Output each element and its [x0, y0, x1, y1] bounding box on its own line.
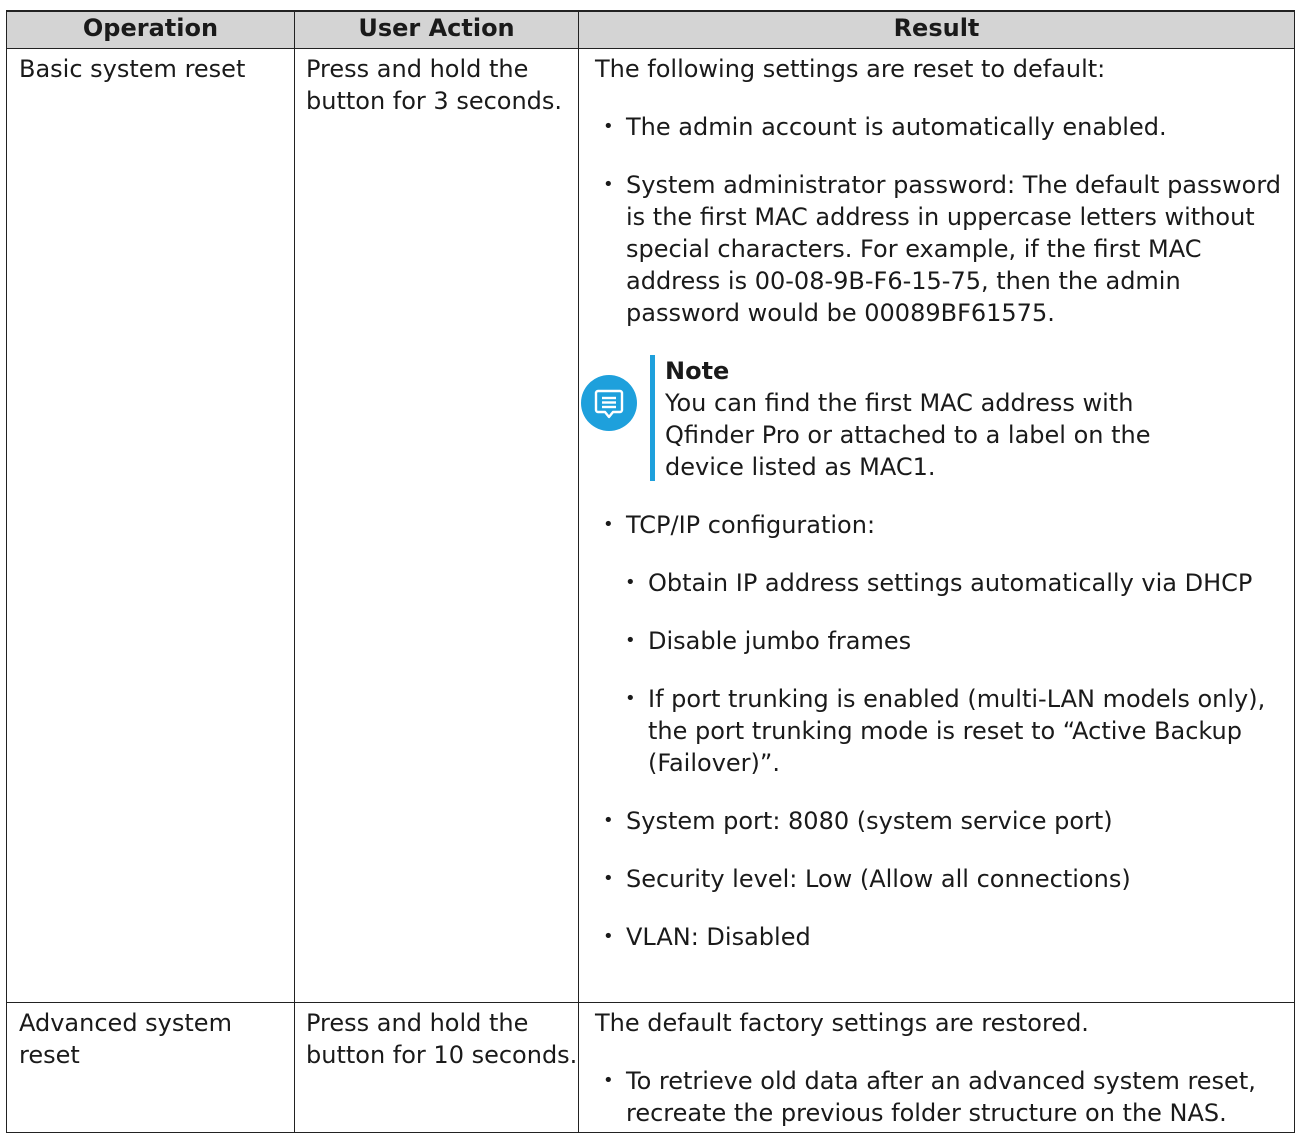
- result-intro: The following settings are reset to defa…: [595, 54, 1106, 83]
- header-result: Result: [578, 10, 1295, 49]
- user-action-text: Press and hold the button for 10 seconds…: [306, 1008, 578, 1069]
- result-bullet-list: The admin account is automatically enabl…: [595, 111, 1288, 329]
- tcpip-sub-list: Obtain IP address settings automatically…: [595, 567, 1288, 779]
- sub-list-item: Disable jumbo frames: [617, 625, 1288, 657]
- list-item: Security level: Low (Allow all connectio…: [595, 863, 1288, 895]
- operation-text: Basic system reset: [19, 54, 246, 83]
- sub-list-item: If port trunking is enabled (multi-LAN m…: [617, 683, 1288, 779]
- list-item: To retrieve old data after an advanced s…: [595, 1065, 1288, 1129]
- list-item: VLAN: Disabled: [595, 921, 1288, 953]
- operation-text: Advanced system reset: [19, 1008, 232, 1069]
- user-action-cell: Press and hold the button for 3 seconds.: [294, 47, 579, 1003]
- result-bullet-list: To retrieve old data after an advanced s…: [595, 1065, 1288, 1129]
- sub-list-item: Obtain IP address settings automatically…: [617, 567, 1288, 599]
- result-bullet-list-continued: TCP/IP configuration:: [595, 509, 1288, 541]
- note-icon: [581, 374, 637, 431]
- note-accent-bar: [650, 354, 655, 481]
- tcpip-label: TCP/IP configuration:: [626, 510, 876, 539]
- header-operation: Operation: [6, 10, 295, 49]
- result-intro: The default factory settings are restore…: [595, 1008, 1089, 1037]
- user-action-text: Press and hold the button for 3 seconds.: [306, 54, 563, 115]
- result-bullet-list-tail: System port: 8080 (system service port) …: [595, 805, 1288, 953]
- note-body: You can find the first MAC address with …: [665, 388, 1151, 481]
- list-item: System administrator password: The defau…: [595, 169, 1288, 329]
- result-cell: The following settings are reset to defa…: [578, 47, 1295, 1003]
- note-callout: Note You can find the first MAC address …: [581, 354, 1288, 483]
- list-item: System port: 8080 (system service port): [595, 805, 1288, 837]
- header-user-action: User Action: [294, 10, 579, 49]
- list-item-tcpip: TCP/IP configuration:: [595, 509, 1288, 541]
- table-row: Basic system reset Press and hold the bu…: [6, 47, 1295, 1003]
- operation-cell: Advanced system reset: [6, 1001, 295, 1133]
- operation-cell: Basic system reset: [6, 47, 295, 1003]
- note-title: Note: [665, 356, 730, 385]
- reset-operations-table: Operation User Action Result Basic syste…: [6, 10, 1295, 1133]
- table-row: Advanced system reset Press and hold the…: [6, 1001, 1295, 1133]
- table-header-row: Operation User Action Result: [6, 10, 1295, 49]
- user-action-cell: Press and hold the button for 10 seconds…: [294, 1001, 579, 1133]
- list-item: The admin account is automatically enabl…: [595, 111, 1288, 143]
- result-cell: The default factory settings are restore…: [578, 1001, 1295, 1133]
